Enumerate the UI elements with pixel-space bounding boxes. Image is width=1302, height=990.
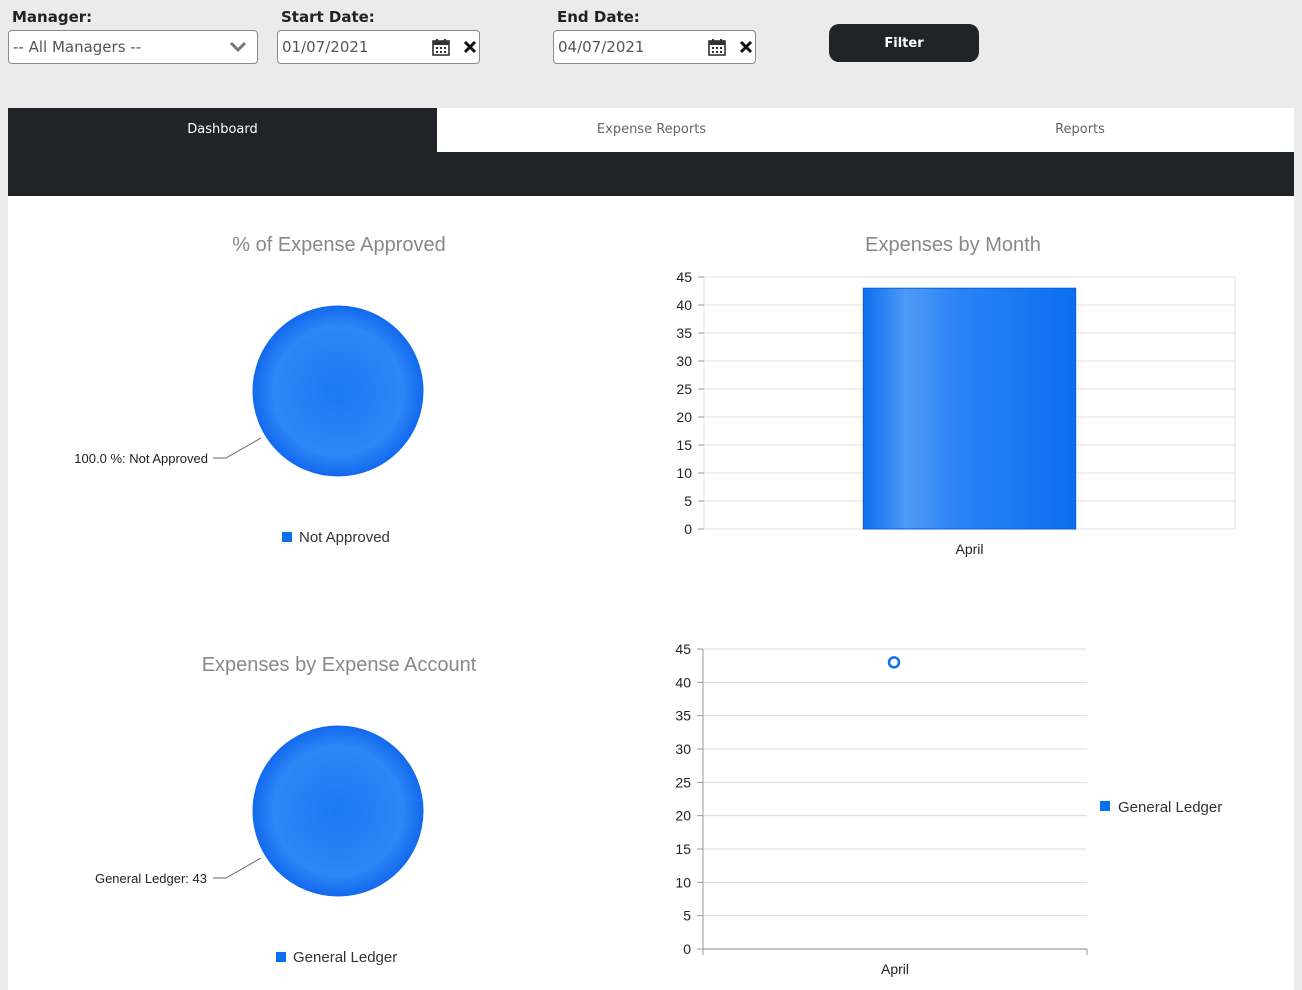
y-tick-label: 0 (683, 941, 691, 957)
pie-data-label: 100.0 %: Not Approved (74, 451, 208, 466)
y-tick-label: 35 (675, 708, 691, 724)
pie-slice-not-approved[interactable] (251, 304, 425, 478)
y-tick-label: 15 (676, 437, 692, 453)
pie-chart-by-account: General Ledger: 43 General Ledger (95, 724, 425, 966)
legend-label[interactable]: General Ledger (293, 949, 397, 966)
pie-data-label: General Ledger: 43 (95, 871, 207, 886)
y-tick-label: 30 (676, 353, 692, 369)
y-tick-label: 25 (675, 774, 691, 790)
scatter-chart-by-account: General Ledger 0 5 10 15 20 25 30 35 40 45 April (675, 641, 1222, 977)
y-tick-label: 20 (675, 808, 691, 824)
y-tick-label: 40 (676, 297, 692, 313)
pie-leader-line (213, 437, 262, 459)
y-tick-label: 30 (675, 741, 691, 757)
legend-label[interactable]: General Ledger (1118, 799, 1222, 816)
bar-chart-by-month: 0 5 10 15 20 25 30 35 40 45 April (676, 269, 1236, 557)
pie-leader-line (213, 857, 262, 879)
y-tick-label: 25 (676, 381, 692, 397)
pie-slice-general-ledger[interactable] (251, 724, 425, 898)
y-tick-label: 5 (684, 493, 692, 509)
y-tick-label: 20 (676, 409, 692, 425)
y-tick-label: 10 (676, 465, 692, 481)
y-tick-label: 35 (676, 325, 692, 341)
x-tick-label: April (955, 541, 983, 557)
y-tick-label: 0 (684, 521, 692, 537)
legend-swatch (1100, 801, 1110, 811)
y-tick-label: 40 (675, 674, 691, 690)
legend-swatch (282, 532, 292, 542)
x-tick-label: April (881, 961, 909, 977)
y-tick-label: 45 (675, 641, 691, 657)
pie-chart-approved: 100.0 %: Not Approved Not Approved (74, 304, 425, 546)
legend-swatch (276, 952, 286, 962)
y-tick-label: 10 (675, 874, 691, 890)
y-tick-label: 15 (675, 841, 691, 857)
y-tick-label: 45 (676, 269, 692, 285)
scatter-point[interactable] (887, 656, 901, 669)
legend-label[interactable]: Not Approved (299, 529, 390, 546)
charts-canvas: 100.0 %: Not Approved Not Approved Gener… (74, 269, 1236, 977)
bar[interactable] (862, 287, 1077, 530)
y-tick-label: 5 (683, 908, 691, 924)
